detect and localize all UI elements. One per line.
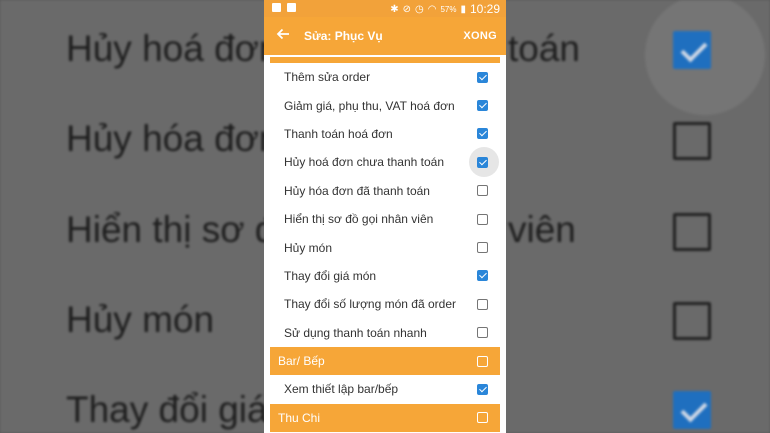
background-row-3: Hiển thị sơ đồ (66, 209, 296, 250)
permission-label: Hủy hóa đơn đã thanh toán (284, 183, 430, 198)
bluetooth-icon: ✱ (390, 3, 399, 15)
alarm-icon: ◷ (414, 3, 424, 15)
permission-label: Thêm sửa order (284, 70, 371, 85)
page-title: Sửa: Phục Vụ (304, 29, 383, 43)
permission-row[interactable]: Thay đổi giá món (270, 262, 500, 290)
permission-checkbox[interactable] (477, 242, 488, 254)
permission-row[interactable]: Thanh toán hoá đơn (270, 120, 500, 148)
permission-row[interactable]: Giảm giá, phụ thu, VAT hoá đơn (270, 91, 500, 119)
background-row-1-right: toán (508, 28, 581, 69)
background-checkbox-5 (673, 391, 711, 429)
status-bar: ✱ ⊘ ◷ ◠ 57% ▮ 10:29 (264, 0, 506, 17)
permission-row[interactable]: Hủy món (270, 233, 500, 261)
section-header-label: Thu Chi (278, 410, 321, 425)
back-arrow-icon[interactable] (275, 26, 291, 42)
background-row-1: Hủy hoá đơn (66, 28, 280, 69)
permission-row[interactable]: Hủy hoá đơn chưa thanh toán (270, 147, 500, 178)
permission-checkbox[interactable] (477, 156, 488, 168)
wifi-icon: ◠ (427, 3, 437, 15)
section-header-row[interactable]: Thu Chi (270, 403, 500, 433)
permission-label: Hủy món (284, 240, 333, 255)
permission-row[interactable]: Thay đổi số lượng món đã order (270, 290, 500, 318)
permission-checkbox[interactable] (477, 383, 488, 395)
permission-row[interactable]: Xem thiết lập bar/bếp (270, 375, 500, 403)
battery-icon: ▮ (460, 3, 466, 15)
permission-label: Xem thiết lập bar/bếp (284, 382, 399, 397)
background-checkbox-4 (673, 302, 711, 340)
document-icon (287, 3, 296, 12)
permission-checkbox[interactable] (477, 412, 488, 424)
permission-checkbox[interactable] (477, 185, 488, 197)
background-row-4: Hủy món (66, 299, 215, 340)
permission-list: Thêm sửa order Giảm giá, phụ thu, VAT hoá… (270, 63, 500, 433)
section-header-row[interactable]: Bar/ Bếp (270, 346, 500, 376)
permission-row[interactable]: Hiển thị sơ đồ gọi nhân viên (270, 205, 500, 233)
permission-row[interactable]: Thêm sửa order (270, 63, 500, 91)
section-header-label: Bar/ Bếp (278, 354, 325, 369)
permission-label: Sử dụng thanh toán nhanh (284, 325, 427, 340)
permission-checkbox[interactable] (477, 298, 488, 310)
permission-checkbox[interactable] (477, 128, 488, 140)
permission-checkbox[interactable] (477, 71, 488, 83)
permission-label: Hiển thị sơ đồ gọi nhân viên (284, 212, 434, 227)
phone-screen: ✱ ⊘ ◷ ◠ 57% ▮ 10:29 Sửa: Phục Vụ XONG Th… (264, 0, 506, 433)
permission-label: Thay đổi số lượng món đã order (284, 297, 456, 312)
background-row-3-right: viên (508, 209, 576, 250)
background-checkbox-1 (673, 31, 711, 69)
app-bar: Sửa: Phục Vụ XONG (264, 17, 506, 55)
permission-row[interactable]: Hủy hóa đơn đã thanh toán (270, 177, 500, 205)
permission-checkbox[interactable] (477, 270, 488, 282)
background-row-2: Hủy hóa đơn (66, 118, 280, 159)
background-checkbox-2 (673, 122, 711, 160)
permission-label: Hủy hoá đơn chưa thanh toán (284, 155, 445, 170)
permission-checkbox[interactable] (477, 355, 488, 367)
background-row-5: Thay đổi giá (66, 389, 268, 430)
permission-label: Thay đổi giá món (284, 268, 377, 283)
permission-label: Thanh toán hoá đơn (284, 126, 393, 141)
background-checkbox-3 (673, 213, 711, 251)
battery-percentage: 57% (440, 4, 457, 14)
permission-row[interactable]: Sử dụng thanh toán nhanh (270, 319, 500, 347)
clock: 10:29 (469, 2, 500, 16)
permission-checkbox[interactable] (477, 100, 488, 112)
done-button[interactable]: XONG (463, 30, 497, 42)
mute-icon: ⊘ (402, 3, 411, 15)
permission-checkbox[interactable] (477, 327, 488, 339)
video-icon (272, 3, 281, 12)
permission-label: Giảm giá, phụ thu, VAT hoá đơn (284, 98, 455, 113)
permission-checkbox[interactable] (477, 213, 488, 225)
